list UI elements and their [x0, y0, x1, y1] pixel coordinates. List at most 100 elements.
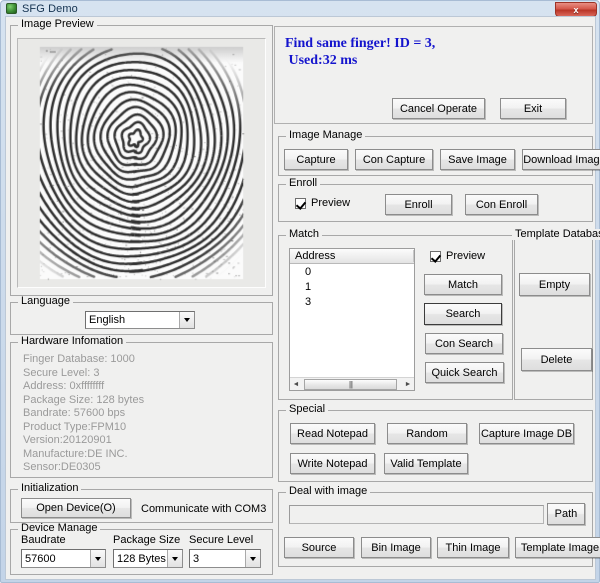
package-size-select[interactable]: 128 Bytes: [113, 549, 183, 568]
match-preview-label: Preview: [446, 250, 485, 262]
group-deal-with-image: Deal with image Path Source Bin Image Th…: [278, 492, 593, 567]
image-path-input[interactable]: [289, 505, 544, 524]
scrollbar-track[interactable]: |||: [302, 378, 402, 390]
capture-button[interactable]: Capture: [284, 149, 348, 170]
con-enroll-button[interactable]: Con Enroll: [465, 194, 538, 215]
com-status-text: Communicate with COM3: [141, 503, 266, 515]
empty-button[interactable]: Empty: [519, 273, 590, 296]
enroll-preview-checkbox[interactable]: Preview: [295, 197, 350, 209]
group-hardware-information: Hardware Infomation Finger Database: 100…: [10, 342, 273, 478]
client-area: Image Preview Language English Hardware …: [5, 16, 596, 580]
group-initialization: Initialization Open Device(O) Communicat…: [10, 489, 273, 523]
package-size-label: Package Size: [113, 534, 180, 546]
app-logo-icon: [6, 3, 17, 14]
read-notepad-button[interactable]: Read Notepad: [290, 423, 375, 444]
hw-line: Sensor:DE0305: [23, 461, 144, 475]
language-select[interactable]: English: [85, 311, 195, 329]
exit-button[interactable]: Exit: [500, 98, 566, 119]
quick-search-button[interactable]: Quick Search: [425, 362, 504, 383]
group-caption-enroll: Enroll: [286, 178, 320, 189]
window-title: SFG Demo: [22, 3, 78, 15]
baudrate-select-value: 57600: [22, 553, 90, 565]
title-bar[interactable]: SFG Demo: [1, 1, 599, 16]
status-message-panel: Find same finger! ID = 3, Used:32 ms Can…: [274, 26, 593, 124]
chevron-down-icon[interactable]: [179, 312, 194, 328]
open-device-button[interactable]: Open Device(O): [21, 498, 131, 518]
group-caption-image-preview: Image Preview: [18, 19, 97, 30]
con-search-button[interactable]: Con Search: [425, 333, 503, 354]
secure-level-label: Secure Level: [189, 534, 253, 546]
group-caption-match: Match: [286, 229, 322, 240]
baudrate-select[interactable]: 57600: [21, 549, 106, 568]
group-match: Match Address 0 1 3 ◄ ||| ► Preview Matc…: [278, 235, 513, 400]
fingerprint-preview-frame[interactable]: [17, 38, 266, 288]
enroll-preview-label: Preview: [311, 197, 350, 209]
group-image-preview: Image Preview: [10, 25, 273, 296]
group-template-database: Template Database Empty Delete: [514, 235, 593, 400]
search-button[interactable]: Search: [424, 303, 502, 325]
write-notepad-button[interactable]: Write Notepad: [290, 453, 375, 474]
chevron-down-icon[interactable]: [167, 550, 182, 567]
match-list-horizontal-scrollbar[interactable]: ◄ ||| ►: [290, 377, 414, 390]
match-address-list[interactable]: Address 0 1 3 ◄ ||| ►: [289, 248, 415, 391]
group-language: Language English: [10, 302, 273, 335]
bin-image-button[interactable]: Bin Image: [361, 537, 431, 558]
status-message-text: Find same finger! ID = 3, Used:32 ms: [285, 35, 435, 69]
con-capture-button[interactable]: Con Capture: [355, 149, 433, 170]
hw-line: Version:20120901: [23, 434, 144, 448]
delete-button[interactable]: Delete: [521, 348, 592, 371]
scroll-right-icon[interactable]: ►: [402, 378, 414, 390]
close-icon[interactable]: x: [555, 2, 597, 17]
chevron-down-icon[interactable]: [245, 550, 260, 567]
checkbox-icon[interactable]: [430, 251, 441, 262]
scrollbar-grip-icon: |||: [349, 380, 352, 389]
group-caption-initialization: Initialization: [18, 483, 81, 494]
group-image-manage: Image Manage Capture Con Capture Save Im…: [278, 136, 593, 176]
secure-level-select-value: 3: [190, 553, 245, 565]
group-special: Special Read Notepad Random Capture Imag…: [278, 410, 593, 482]
language-select-value: English: [86, 314, 179, 326]
hw-line: Secure Level: 3: [23, 367, 144, 381]
scrollbar-thumb[interactable]: |||: [304, 379, 397, 390]
group-caption-template-database: Template Database: [512, 229, 600, 240]
list-item[interactable]: 0: [290, 265, 414, 280]
hw-line: Package Size: 128 bytes: [23, 394, 144, 408]
group-caption-language: Language: [18, 296, 73, 307]
package-size-select-value: 128 Bytes: [114, 553, 167, 565]
match-button[interactable]: Match: [424, 274, 502, 295]
template-image-button[interactable]: Template Image: [515, 537, 600, 558]
valid-template-button[interactable]: Valid Template: [384, 453, 468, 474]
group-caption-special: Special: [286, 404, 328, 415]
scroll-left-icon[interactable]: ◄: [290, 378, 302, 390]
group-caption-deal-with-image: Deal with image: [286, 486, 370, 497]
group-caption-device-manage: Device Manage: [18, 523, 100, 534]
cancel-operate-button[interactable]: Cancel Operate: [392, 98, 485, 119]
save-image-button[interactable]: Save Image: [440, 149, 515, 170]
match-preview-checkbox[interactable]: Preview: [430, 250, 485, 262]
baudrate-label: Baudrate: [21, 534, 66, 546]
secure-level-select[interactable]: 3: [189, 549, 261, 568]
random-button[interactable]: Random: [387, 423, 467, 444]
hardware-information-list: Finger Database: 1000 Secure Level: 3 Ad…: [23, 353, 144, 475]
application-window: SFG Demo x Image Preview Language Englis…: [0, 0, 600, 583]
chevron-down-icon[interactable]: [90, 550, 105, 567]
hw-line: Manufacture:DE INC.: [23, 448, 144, 462]
download-image-button[interactable]: Download Image: [522, 149, 600, 170]
group-enroll: Enroll Preview Enroll Con Enroll: [278, 184, 593, 222]
path-button[interactable]: Path: [547, 503, 585, 525]
checkbox-icon[interactable]: [295, 198, 306, 209]
hw-line: Finger Database: 1000: [23, 353, 144, 367]
capture-image-db-button[interactable]: Capture Image DB: [479, 423, 574, 444]
group-caption-image-manage: Image Manage: [286, 130, 365, 141]
match-list-column-header[interactable]: Address: [290, 249, 414, 264]
fingerprint-image: [18, 39, 265, 287]
enroll-button[interactable]: Enroll: [385, 194, 452, 215]
group-caption-hardware-information: Hardware Infomation: [18, 336, 126, 347]
list-item[interactable]: 3: [290, 295, 414, 310]
list-item[interactable]: 1: [290, 280, 414, 295]
thin-image-button[interactable]: Thin Image: [437, 537, 509, 558]
hw-line: Address: 0xffffffff: [23, 380, 144, 394]
source-button[interactable]: Source: [284, 537, 354, 558]
group-device-manage: Device Manage Baudrate 57600 Package Siz…: [10, 529, 273, 575]
match-list-body[interactable]: 0 1 3: [290, 265, 414, 376]
